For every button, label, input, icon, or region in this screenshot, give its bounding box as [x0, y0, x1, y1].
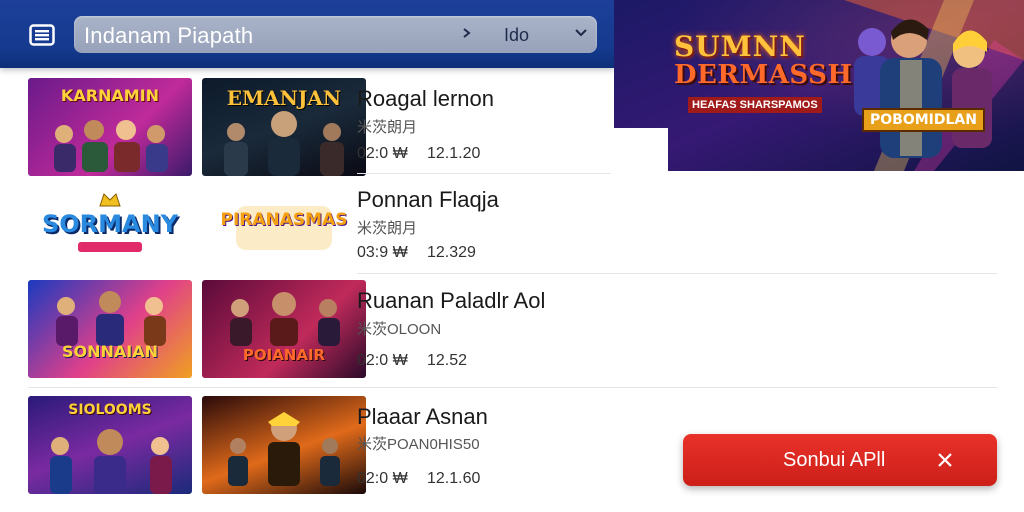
logo-ribbon — [78, 242, 142, 252]
close-icon — [938, 453, 952, 467]
item-title[interactable]: Plaaar Asnan — [357, 404, 488, 430]
item-count: 12.52 — [427, 352, 468, 369]
banner-cutout — [614, 128, 668, 174]
snackbar-action-button[interactable]: Sonbui APll — [783, 449, 885, 472]
banner-title-line1: SUMNN — [674, 30, 806, 63]
item-subtitle: 米茨OLOON — [357, 321, 442, 338]
game-art-icon — [44, 288, 176, 346]
item-title[interactable]: Ruanan Paladlr Aol — [357, 288, 545, 314]
banner-title-line2: DERMASSH — [674, 60, 853, 90]
chevron-right-icon[interactable] — [462, 27, 472, 39]
game-art-icon — [40, 426, 180, 494]
game-thumbnail[interactable]: SONNAIAN — [28, 280, 192, 378]
game-art-icon — [216, 108, 352, 176]
game-thumbnail[interactable]: KARNAMIN — [28, 78, 192, 176]
thumbnail-title: SONNAIAN — [61, 342, 158, 361]
divider — [28, 387, 997, 388]
item-subtitle: 米茨POAN0HIS50 — [357, 436, 480, 453]
item-time: 02:0 ₩ — [357, 352, 408, 369]
search-filter-value[interactable]: Ido — [504, 25, 529, 46]
search-field[interactable]: Indanam Piapath Ido — [74, 16, 597, 53]
item-title[interactable]: Roagal lernon — [357, 86, 494, 112]
game-thumbnail[interactable]: SIOLOOMS — [28, 396, 192, 494]
item-time: 02:0 ₩ — [357, 470, 408, 487]
item-time: 03:9 ₩ — [357, 244, 408, 261]
game-thumbnail[interactable]: POIANAIR — [202, 280, 366, 378]
item-count: 12.1.20 — [427, 145, 481, 162]
close-button[interactable] — [933, 448, 957, 472]
thumbnail-title: PIRANASMAS — [220, 210, 348, 230]
featured-banner[interactable]: SUMNN DERMASSH HEAFAS SHARSPAMOS POBOMID… — [614, 0, 1024, 171]
banner-tagline: HEAFAS SHARSPAMOS — [688, 97, 822, 113]
logo-icon — [98, 190, 122, 208]
game-art-icon — [46, 112, 174, 172]
item-count: 12.329 — [427, 244, 476, 261]
menu-button[interactable] — [24, 18, 60, 52]
game-art-icon — [216, 406, 352, 488]
item-subtitle: 米茨朗月 — [357, 220, 418, 237]
snackbar: Sonbui APll — [683, 434, 997, 486]
game-art-icon — [216, 290, 352, 346]
thumbnail-title: SORMANY — [41, 210, 179, 238]
search-input[interactable]: Indanam Piapath — [84, 23, 253, 49]
thumbnail-title: EMANJAN — [226, 86, 342, 110]
divider — [357, 173, 611, 174]
thumbnail-title: POIANAIR — [242, 346, 326, 364]
thumbnail-title: SIOLOOMS — [68, 402, 152, 418]
game-thumbnail[interactable]: EMANJAN — [202, 78, 366, 176]
item-title[interactable]: Ponnan Flaqja — [357, 187, 499, 213]
app-root: Indanam Piapath Ido SUMNN DERMASSH HEAFA… — [0, 0, 1024, 512]
item-time: 02:0 ₩ — [357, 145, 408, 162]
item-subtitle: 米茨朗月 — [357, 119, 418, 136]
item-count: 12.1.60 — [427, 470, 481, 487]
thumbnail-title: KARNAMIN — [60, 86, 160, 105]
chevron-down-icon[interactable] — [574, 28, 588, 38]
game-thumbnail[interactable]: SORMANY — [28, 180, 192, 278]
banner-badge: POBOMIDLAN — [862, 108, 985, 132]
divider — [357, 273, 997, 274]
menu-icon — [29, 24, 55, 46]
game-thumbnail[interactable]: PIRANASMAS — [202, 180, 366, 278]
game-thumbnail[interactable] — [202, 396, 366, 494]
top-app-bar: Indanam Piapath Ido — [0, 0, 614, 68]
